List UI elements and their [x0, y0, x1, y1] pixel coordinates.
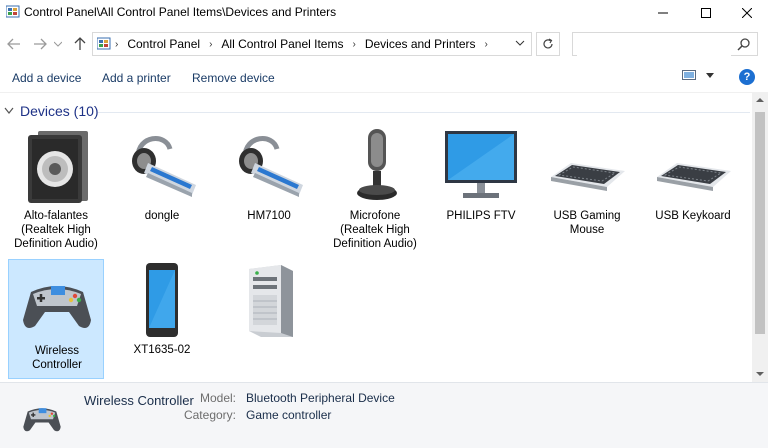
smartphone-icon — [122, 261, 202, 341]
device-label: XT1635-02 — [133, 344, 191, 356]
vertical-scrollbar[interactable] — [752, 92, 768, 382]
device-label: dongle — [144, 210, 180, 222]
maximize-icon — [701, 8, 711, 18]
headset-icon — [229, 127, 309, 207]
speaker-icon — [16, 127, 96, 207]
device-label: USB Gaming Mouse — [553, 210, 621, 236]
breadcrumb-devices-printers[interactable]: Devices and Printers — [365, 37, 476, 51]
up-button[interactable] — [70, 34, 90, 54]
close-button[interactable] — [724, 0, 768, 26]
search-icon[interactable] — [737, 37, 751, 51]
remove-device-button[interactable]: Remove device — [192, 71, 275, 85]
device-label: USB Keykoard — [655, 210, 731, 222]
headset-icon — [122, 127, 202, 207]
devices-group-header[interactable]: Devices (10) — [4, 103, 99, 119]
navigation-bar: › Control Panel › All Control Panel Item… — [0, 28, 768, 60]
device-tile[interactable]: USB Gaming Mouse — [539, 125, 635, 245]
change-view-button[interactable] — [682, 70, 714, 82]
breadcrumb-all-items[interactable]: All Control Panel Items — [221, 37, 343, 51]
add-printer-button[interactable]: Add a printer — [102, 71, 171, 85]
device-tile[interactable] — [221, 259, 317, 379]
chevron-down-icon — [54, 41, 62, 47]
minimize-icon — [658, 12, 668, 14]
command-bar: Add a device Add a printer Remove device… — [0, 64, 768, 90]
refresh-icon — [543, 38, 553, 49]
monitor-icon — [441, 127, 521, 207]
title-bar: Control Panel\All Control Panel Items\De… — [0, 0, 768, 26]
breadcrumb-control-panel[interactable]: Control Panel — [127, 37, 200, 51]
chevron-down-icon — [4, 107, 14, 114]
search-input[interactable] — [577, 34, 731, 56]
details-model-label: Model: — [199, 391, 236, 405]
maximize-button[interactable] — [683, 0, 729, 26]
keyboard-icon — [547, 127, 627, 207]
device-label: PHILIPS FTV — [446, 210, 516, 222]
device-tile[interactable]: USB Keykoard — [645, 125, 741, 245]
device-tile[interactable]: Microfone (Realtek High Definition Audio… — [327, 125, 423, 250]
device-tile-selected[interactable]: Wireless Controller — [8, 259, 104, 379]
arrow-left-icon — [7, 38, 20, 50]
device-tile[interactable]: dongle — [114, 125, 210, 245]
devices-view: Devices (10) Alto-falantes (Realtek High… — [0, 92, 768, 383]
help-button[interactable]: ? — [739, 69, 755, 85]
control-panel-small-icon — [97, 37, 111, 50]
add-device-button[interactable]: Add a device — [12, 71, 81, 85]
scroll-down-icon[interactable] — [756, 370, 764, 378]
address-bar[interactable]: › Control Panel › All Control Panel Item… — [92, 32, 532, 56]
minimize-button[interactable] — [640, 0, 686, 26]
device-label: Wireless Controller — [32, 345, 82, 371]
back-button[interactable] — [4, 34, 24, 54]
group-title: Devices (10) — [20, 103, 99, 119]
scroll-up-icon[interactable] — [756, 96, 764, 104]
device-label: HM7100 — [247, 210, 291, 222]
device-tile[interactable]: HM7100 — [221, 125, 317, 245]
device-tile[interactable]: PHILIPS FTV — [433, 125, 529, 245]
breadcrumb-chevron-icon[interactable]: › — [485, 39, 488, 50]
details-category-label: Category: — [183, 408, 236, 422]
recent-locations-button[interactable] — [52, 34, 64, 54]
chevron-down-icon[interactable] — [515, 38, 525, 48]
device-label: Microfone (Realtek High Definition Audio… — [333, 210, 417, 250]
close-icon — [742, 8, 752, 18]
arrow-right-icon — [34, 38, 47, 50]
chevron-down-icon — [706, 73, 714, 78]
details-pane: Wireless Controller Model: Bluetooth Per… — [0, 382, 768, 448]
group-divider — [98, 112, 750, 113]
breadcrumb-chevron-icon[interactable]: › — [209, 39, 212, 50]
details-category-value: Game controller — [246, 408, 332, 422]
breadcrumb-chevron-icon[interactable]: › — [352, 39, 355, 50]
computer-tower-icon — [229, 261, 309, 341]
window-title: Control Panel\All Control Panel Items\De… — [24, 5, 337, 19]
arrow-up-icon — [74, 37, 86, 50]
breadcrumb-chevron-icon[interactable]: › — [115, 39, 118, 50]
search-box — [572, 32, 758, 56]
microphone-icon — [335, 127, 415, 207]
refresh-button[interactable] — [536, 32, 560, 56]
device-label: Alto-falantes (Realtek High Definition A… — [14, 210, 98, 250]
forward-button[interactable] — [30, 34, 50, 54]
gamepad-icon — [14, 395, 70, 439]
view-options-icon — [682, 70, 696, 80]
details-model-value: Bluetooth Peripheral Device — [246, 391, 395, 405]
scroll-thumb[interactable] — [755, 112, 765, 334]
device-tile[interactable]: XT1635-02 — [114, 259, 210, 379]
device-tile[interactable]: Alto-falantes (Realtek High Definition A… — [8, 125, 104, 250]
gamepad-icon — [17, 262, 97, 342]
breadcrumb: › Control Panel › All Control Panel Item… — [115, 37, 497, 51]
control-panel-icon — [6, 5, 20, 18]
keyboard-icon — [653, 127, 733, 207]
